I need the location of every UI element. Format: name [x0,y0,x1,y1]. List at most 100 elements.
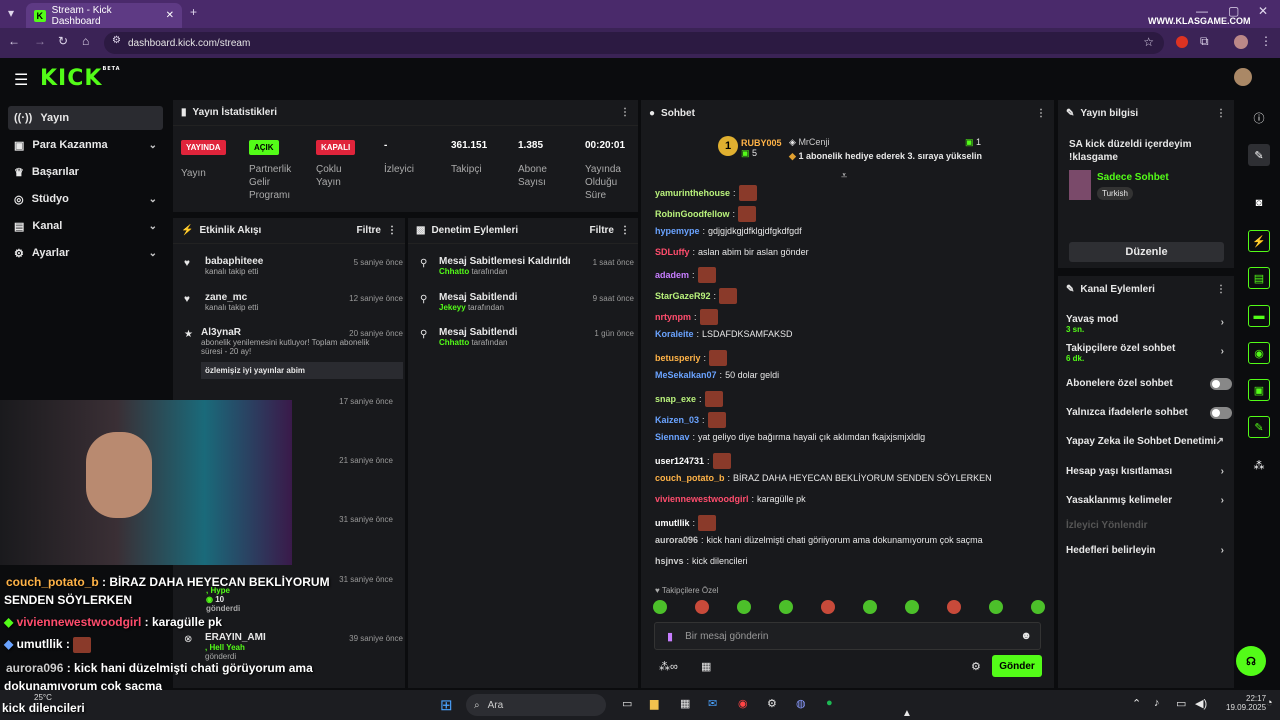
chat-username[interactable]: Kaizen_03 [655,415,699,425]
task-view-icon[interactable]: ▭ [622,697,632,710]
chat-username[interactable]: yamurinthehouse [655,188,730,198]
clock[interactable]: 22:17 19.09.2025 [1226,694,1266,712]
sidebar-item-studyo[interactable]: ◎ Stüdyo ⌄ [8,187,163,211]
reload-icon[interactable]: ↻ [58,34,68,48]
sidebar-item-yayin[interactable]: ((·)) Yayın [8,106,163,130]
list-icon[interactable]: ▤ [1248,267,1270,289]
info-icon[interactable]: ⓘ [1248,107,1270,129]
sub-chat-option[interactable]: Abonelere özel sohbet [1066,378,1232,390]
emote-option[interactable] [695,600,709,614]
chat-username[interactable]: hsjnvs [655,556,684,566]
emote-option[interactable] [653,600,667,614]
chat-username[interactable]: umutllik [655,518,690,528]
sidebar-item-basarilar[interactable]: ♛ Başarılar [8,160,163,184]
close-window-icon[interactable]: ✕ [1258,4,1268,18]
edit-button[interactable]: Düzenle [1069,242,1224,262]
network-icon[interactable]: ▭ [1176,697,1186,710]
minimize-icon[interactable]: — [1196,4,1208,18]
chrome-icon[interactable]: ◉ [738,697,748,710]
chat-username[interactable]: viviennewestwoodgirl [655,494,749,504]
windows-start-icon[interactable]: ⊞ [440,696,453,714]
user-avatar[interactable] [1234,68,1252,86]
back-icon[interactable]: ← [8,34,20,48]
emote-option[interactable] [779,600,793,614]
emote-option[interactable] [989,600,1003,614]
wrench-icon[interactable]: ✎ [1248,416,1270,438]
chat-username[interactable]: nrtynpm [655,312,691,322]
lightning-icon[interactable]: ⚡ [1248,230,1270,252]
browser-menu-icon[interactable]: ⋮ [1260,34,1272,48]
close-tab-icon[interactable]: ✕ [166,10,174,21]
redirect-option[interactable]: İzleyici Yönlendir [1066,520,1230,531]
chat-username[interactable]: hypemype [655,226,700,236]
chat-settings-icon[interactable]: ⚙ [971,660,981,673]
chat-username[interactable]: snap_exe [655,394,696,404]
browser-tab[interactable]: K Stream - Kick Dashboard ✕ [26,3,182,28]
chat-username[interactable]: StarGazeR92 [655,291,711,301]
outlook-icon[interactable]: ✉ [708,697,717,710]
support-headset-icon[interactable]: ☊ [1236,646,1266,676]
chat-username[interactable]: adadem [655,270,689,280]
chat-username[interactable]: RobinGoodfellow [655,209,730,219]
kick-logo[interactable]: KICKBETA [40,66,121,91]
url-input[interactable]: ⚙ dashboard.kick.com/stream ☆ [104,32,1164,54]
emote-chat-option[interactable]: Yalnızca ifadelerle sohbet [1066,407,1232,419]
slow-mode-option[interactable]: Yavaş mod 3 sn. › [1066,314,1230,334]
emote-option[interactable] [821,600,835,614]
chat-username[interactable]: SDLuffy [655,247,690,257]
chat-username[interactable]: couch_potato_b [655,473,725,483]
tray-chevron-icon[interactable]: ⌃ [1132,697,1141,710]
send-button[interactable]: Gönder [992,655,1042,677]
sub-chat-toggle[interactable] [1210,378,1232,390]
chat-username[interactable]: MeSekalkan07 [655,370,717,380]
chat-username[interactable]: user124731 [655,456,704,466]
sparkle-icon[interactable]: ⁂∞ [659,660,678,673]
emote-option[interactable] [905,600,919,614]
chat-username[interactable]: aurora096 [655,535,698,545]
emote-option[interactable] [863,600,877,614]
emoji-icon[interactable]: ☻ [1020,630,1032,642]
collapse-icon[interactable]: ⩡ [841,170,847,183]
store-icon[interactable]: ▦ [701,660,711,673]
account-age-option[interactable]: Hesap yaşı kısıtlaması › [1066,466,1230,477]
tab-menu-icon[interactable]: ▾ [8,6,14,20]
more-icon[interactable]: ⋮ [1036,108,1046,119]
hamburger-menu-icon[interactable]: ☰ [14,70,28,90]
emote-bar[interactable] [653,600,1045,616]
extension-icon[interactable] [1176,36,1188,48]
mic-tray-icon[interactable]: ♪ [1154,697,1160,709]
taskbar-search[interactable]: ⌕ Ara [466,694,606,716]
ai-moderation-option[interactable]: Yapay Zeka ile Sohbet Denetimi ↗ [1066,436,1230,447]
bookmark-star-icon[interactable]: ☆ [1143,35,1154,49]
discord-icon[interactable]: ◍ [796,697,806,710]
emote-option[interactable] [737,600,751,614]
more-icon[interactable]: ⋮ [620,107,630,118]
filter-button[interactable]: Filtre [357,225,381,236]
edit-icon[interactable]: ✎ [1248,144,1270,166]
emote-option[interactable] [1031,600,1045,614]
chat-username[interactable]: Siennav [655,432,690,442]
notification-bell-icon[interactable]: ◔ [1266,697,1273,709]
spotify-icon[interactable]: ● [826,697,833,709]
more-icon[interactable]: ⋮ [387,225,397,236]
extensions-puzzle-icon[interactable]: ⧉ [1200,34,1209,49]
broadcast-icon[interactable]: ◉ [1248,342,1270,364]
chat-input[interactable]: ▮ Bir mesaj gönderin ☻ [654,622,1041,650]
steam-icon[interactable]: ⚙ [767,697,777,710]
emote-option[interactable] [947,600,961,614]
site-info-icon[interactable]: ⚙ [112,35,121,46]
filter-button[interactable]: Filtre [590,225,614,236]
chat-icon[interactable]: ▬ [1248,305,1270,327]
banned-words-option[interactable]: Yasaklanmış kelimeler › [1066,495,1230,506]
chat-username[interactable]: betusperiy [655,353,701,363]
category-name[interactable]: Sadece Sohbet [1097,172,1169,183]
maximize-icon[interactable]: ▢ [1228,4,1239,18]
more-icon[interactable]: ⋮ [1216,284,1226,295]
layout-icon[interactable]: ▣ [1248,379,1270,401]
emote-chat-toggle[interactable] [1210,407,1232,419]
follower-chat-option[interactable]: Takipçilere özel sohbet 6 dk. › [1066,343,1230,363]
new-tab-icon[interactable]: + [190,5,197,19]
file-explorer-icon[interactable]: ▆ [650,697,658,710]
chat-username[interactable]: Koraleite [655,329,694,339]
profile-avatar[interactable] [1234,35,1248,49]
